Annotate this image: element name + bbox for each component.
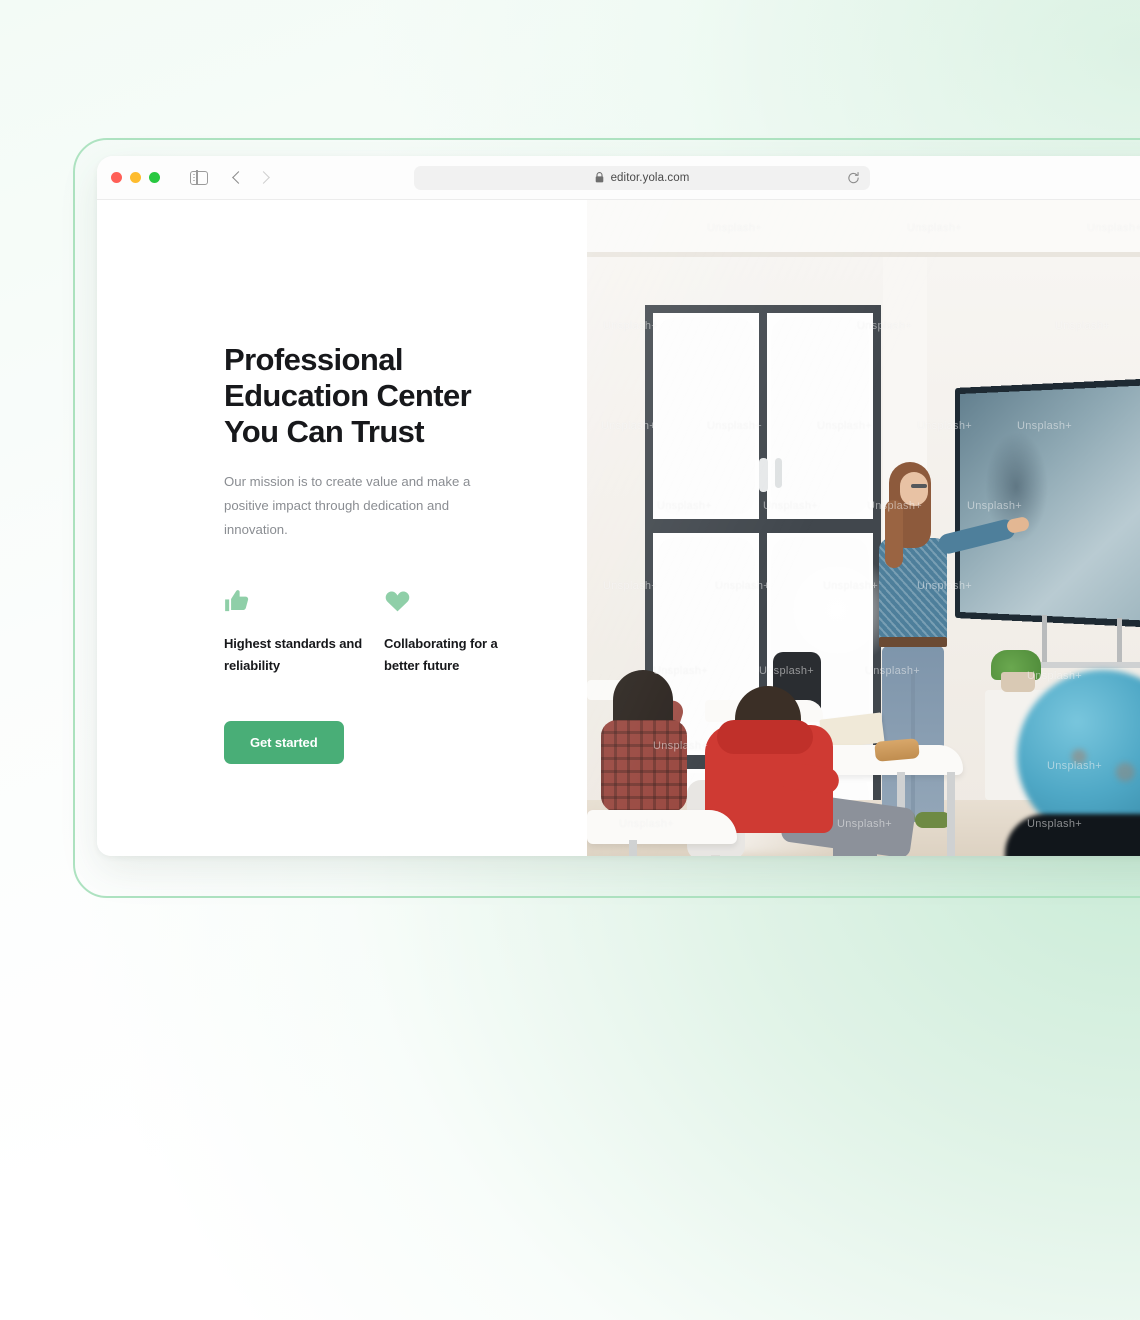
minimize-window-button[interactable] (130, 172, 141, 183)
feature-label: Collaborating for a better future (384, 635, 498, 673)
site-preview: Professional Education Center You Can Tr… (97, 200, 1140, 856)
feature-label: Highest standards and reliability (224, 635, 363, 673)
browser-toolbar: editor.yola.com (97, 156, 1140, 200)
thumbs-up-icon (225, 589, 249, 612)
address-bar[interactable]: editor.yola.com (414, 165, 870, 190)
page-title: Professional Education Center You Can Tr… (224, 342, 472, 449)
reload-icon[interactable] (847, 171, 860, 184)
page-root: editor.yola.com Professional Education C… (0, 0, 1140, 1320)
navigation-arrows[interactable] (232, 171, 270, 184)
hero-subtext: Our mission is to create value and make … (224, 473, 471, 537)
get-started-button[interactable]: Get started (224, 720, 344, 764)
feature-list: Highest standards and reliability Collab… (224, 586, 587, 677)
url-text: editor.yola.com (610, 171, 690, 184)
heart-icon (385, 591, 410, 612)
chevron-right-icon (257, 171, 270, 184)
window-controls[interactable] (111, 172, 160, 183)
sidebar-toggle-icon[interactable] (190, 169, 208, 186)
hero-classroom-photo: Unsplash+ Unsplash+ Unsplash+ Unsplash+ … (587, 200, 1140, 856)
chevron-left-icon[interactable] (232, 171, 245, 184)
browser-window: editor.yola.com Professional Education C… (97, 156, 1140, 856)
hero-text-column: Professional Education Center You Can Tr… (97, 200, 587, 856)
feature-item-collaboration: Collaborating for a better future (384, 586, 544, 677)
close-window-button[interactable] (111, 172, 122, 183)
lock-icon (595, 172, 603, 183)
maximize-window-button[interactable] (149, 172, 160, 183)
feature-item-standards: Highest standards and reliability (224, 586, 384, 677)
